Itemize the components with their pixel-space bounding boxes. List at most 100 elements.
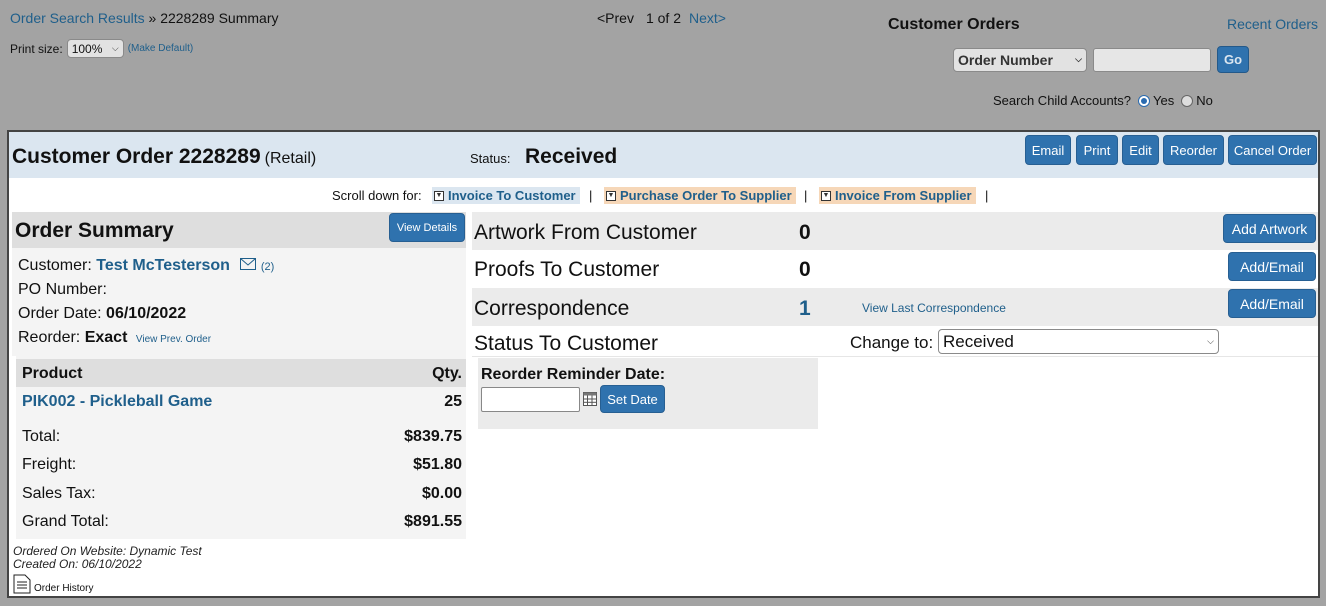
reorder-reminder-box: Reorder Reminder Date: Set Date (478, 358, 818, 429)
chevron-down-icon: ⌵ (111, 43, 119, 53)
customer-orders-title: Customer Orders (888, 16, 1020, 33)
prev-link[interactable]: <Prev (597, 10, 634, 26)
product-link[interactable]: PIK002 - Pickleball Game (22, 393, 212, 411)
grand-total-label: Grand Total: (22, 513, 109, 530)
pager-position: 1 of 2 (645, 10, 681, 26)
reminder-date-input[interactable] (481, 387, 580, 412)
breadcrumb-search-results-link[interactable]: Order Search Results (10, 10, 145, 26)
order-number: Customer Order 2228289 (12, 145, 261, 168)
edit-button[interactable]: Edit (1122, 135, 1159, 165)
print-button[interactable]: Print (1076, 135, 1118, 165)
change-to-label: Change to: (850, 333, 934, 352)
scroll-label: Scroll down for: (332, 188, 422, 203)
calendar-icon[interactable] (583, 392, 597, 406)
separator: | (589, 188, 593, 203)
make-default-link[interactable]: (Make Default) (128, 43, 194, 54)
order-summary-details: Customer: Test McTesterson (2) PO Number… (12, 248, 466, 356)
scroll-links-row: Scroll down for: ▼ Invoice To Customer | … (9, 184, 1318, 206)
view-details-button[interactable]: View Details (389, 213, 465, 242)
customer-label: Customer: (18, 257, 92, 274)
child-yes-label: Yes (1153, 93, 1175, 108)
chevron-down-icon: ⌵ (1207, 336, 1214, 346)
proofs-add-email-button[interactable]: Add/Email (1228, 252, 1316, 281)
total-label: Total: (22, 428, 61, 445)
product-table: Product Qty. PIK002 - Pickleball Game 25… (16, 356, 466, 539)
print-size-control: Print size: 100% ⌵ (Make Default) (10, 39, 193, 58)
freight-value: $51.80 (413, 456, 462, 473)
reorder-button[interactable]: Reorder (1163, 135, 1224, 165)
status-select[interactable]: Received ⌵ (938, 329, 1219, 354)
view-prev-order-link[interactable]: View Prev. Order (136, 334, 211, 345)
child-no-radio[interactable] (1181, 94, 1194, 107)
order-search-row: Order Number ⌵ Go (953, 46, 1249, 73)
print-size-value: 100% (71, 41, 103, 56)
proofs-count: 0 (799, 258, 811, 281)
status-label: Status: (470, 151, 511, 166)
grand-total-value: $891.55 (404, 513, 462, 530)
correspondence-row: Correspondence 1 View Last Correspondenc… (472, 288, 1318, 326)
reorder-label: Reorder: (18, 329, 81, 346)
view-last-correspondence-link[interactable]: View Last Correspondence (862, 301, 1006, 315)
envelope-icon[interactable] (240, 258, 257, 270)
search-type-value: Order Number (958, 51, 1053, 68)
status-to-customer-label: Status To Customer (474, 332, 659, 355)
pager: <Prev 1 of 2 Next> (597, 10, 726, 26)
invoice-from-supplier-link[interactable]: ▼ Invoice From Supplier (819, 187, 976, 204)
email-button[interactable]: Email (1025, 135, 1071, 165)
recent-orders-link[interactable]: Recent Orders (1227, 16, 1318, 32)
purchase-order-link[interactable]: ▼ Purchase Order To Supplier (604, 187, 796, 204)
sales-tax-value: $0.00 (421, 485, 462, 502)
message-count[interactable]: (2) (261, 261, 274, 273)
product-table-header: Product Qty. (16, 359, 466, 387)
ordered-on-website: Ordered On Website: Dynamic Test (13, 544, 202, 558)
expand-icon: ▼ (606, 190, 616, 201)
print-size-label: Print size: (10, 41, 63, 56)
product-header: Product (22, 365, 83, 382)
child-no-label: No (1196, 93, 1213, 108)
correspondence-label: Correspondence (474, 297, 630, 320)
print-size-select[interactable]: 100% ⌵ (66, 39, 124, 58)
child-accounts-label: Search Child Accounts? (993, 93, 1132, 108)
product-qty: 25 (444, 393, 462, 410)
expand-icon: ▼ (821, 190, 831, 201)
artwork-row: Artwork From Customer 0 Add Artwork (472, 212, 1318, 250)
separator: | (804, 188, 808, 203)
add-artwork-button[interactable]: Add Artwork (1223, 214, 1316, 243)
proofs-label: Proofs To Customer (474, 258, 660, 281)
search-input[interactable] (1093, 47, 1211, 72)
invoice-to-customer-link[interactable]: ▼ Invoice To Customer (432, 187, 580, 204)
order-type: (Retail) (264, 150, 317, 167)
correspondence-count[interactable]: 1 (799, 297, 811, 321)
search-type-select[interactable]: Order Number ⌵ (953, 47, 1087, 72)
order-date-row: Order Date: 06/10/2022 (18, 305, 186, 323)
artwork-label: Artwork From Customer (474, 221, 697, 244)
qty-header: Qty. (432, 365, 462, 382)
order-history-label: Order History (34, 583, 94, 594)
go-button[interactable]: Go (1217, 46, 1249, 73)
order-header: Customer Order 2228289 (Retail) Status: R… (9, 132, 1318, 178)
status-value: Received (525, 145, 618, 168)
order-date-value: 06/10/2022 (106, 305, 187, 322)
reorder-value: Exact (84, 329, 128, 346)
sales-tax-label: Sales Tax: (22, 485, 96, 502)
reorder-row: Reorder: Exact View Prev. Order (18, 329, 211, 347)
po-label: PO Number: (18, 281, 107, 298)
reorder-reminder-label: Reorder Reminder Date: (481, 366, 666, 383)
created-on: Created On: 06/10/2022 (13, 557, 142, 571)
document-icon (13, 574, 31, 594)
child-yes-radio[interactable] (1138, 94, 1151, 107)
status-to-customer-row: Status To Customer Change to: Received ⌵ (472, 326, 1318, 357)
breadcrumb: Order Search Results » 2228289 Summary (10, 10, 278, 26)
set-date-button[interactable]: Set Date (600, 385, 665, 413)
next-link[interactable]: Next> (689, 10, 726, 26)
search-child-accounts: Search Child Accounts? Yes No (993, 93, 1213, 108)
order-history-link[interactable]: Order History (13, 574, 93, 594)
cancel-order-button[interactable]: Cancel Order (1228, 135, 1317, 165)
po-row: PO Number: (18, 281, 107, 299)
correspondence-add-email-button[interactable]: Add/Email (1228, 289, 1316, 318)
proofs-row: Proofs To Customer 0 Add/Email (472, 250, 1318, 288)
expand-icon: ▼ (434, 190, 444, 201)
customer-name-link[interactable]: Test McTesterson (96, 257, 230, 274)
order-date-label: Order Date: (18, 305, 102, 322)
artwork-count: 0 (799, 221, 811, 244)
